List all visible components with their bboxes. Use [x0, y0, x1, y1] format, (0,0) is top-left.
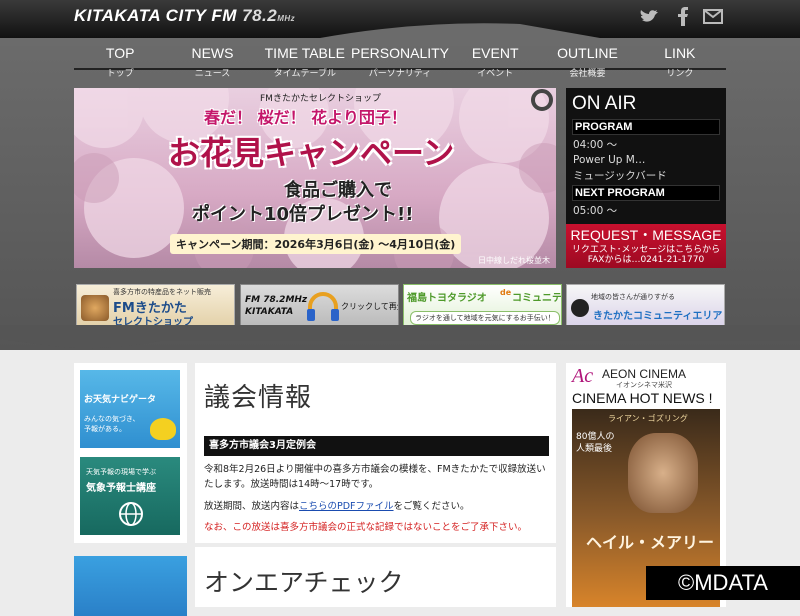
- program-label: PROGRAM: [572, 119, 720, 135]
- header-bottom-curve: [0, 325, 800, 349]
- weather-forecaster-course-banner[interactable]: 天気予報の現場で学ぶ 気象予報士講座: [80, 457, 180, 535]
- nav-item-timetable[interactable]: TIME TABLE タイムテーブル: [259, 44, 351, 79]
- request-message-button[interactable]: REQUEST・MESSAGE リクエスト･メッセージはこちらから FAXからは…: [566, 224, 726, 268]
- council-session-bar: 喜多方市議会3月定例会: [204, 436, 549, 456]
- weather-navigator-sub2: 予報がある。: [84, 425, 126, 433]
- aeon-logo-mark: Ac: [572, 365, 594, 387]
- request-line-1: リクエスト･メッセージはこちらから: [571, 245, 721, 255]
- nav-item-news[interactable]: NEWS ニュース: [166, 44, 258, 79]
- bird-mascot-icon: [150, 418, 176, 440]
- onair-check-section: オンエアチェック: [195, 547, 556, 607]
- left-banner-3[interactable]: [74, 556, 187, 616]
- banner-period: キャンペーン期間：2026年3月6日(金) ～4月10日(金): [170, 234, 462, 254]
- community-title: きたかたコミュニティエリア: [593, 311, 723, 322]
- nav-item-outline[interactable]: OUTLINE 会社概要: [541, 44, 633, 79]
- program-time: 04:00 ～: [573, 139, 618, 151]
- banner-top-label: FMきたかたセレクトショップ: [260, 94, 381, 104]
- poster-face-image: [628, 433, 698, 513]
- nav-item-event[interactable]: EVENT イベント: [449, 44, 541, 79]
- onair-check-title: オンエアチェック: [204, 568, 404, 597]
- poster-side-text: 80億人の人類最後: [576, 432, 615, 454]
- poster-actor: ライアン・ゴズリング: [608, 414, 688, 423]
- banner-headline-1: 春だ！ 桜だ！ 花より団子！: [204, 108, 407, 127]
- next-program-time: 05:00 ～: [573, 205, 618, 217]
- click-to-play-label: クリックして再生: [341, 302, 399, 311]
- food-image-icon: [81, 295, 109, 321]
- council-notice: なお、この放送は喜多方市議会の正式な記録ではないことをご了承下さい。: [204, 522, 528, 533]
- next-program-label: NEXT PROGRAM: [572, 185, 720, 201]
- request-fax: FAXからは…0241-21-1770: [587, 255, 705, 265]
- nav-item-top[interactable]: TOP トップ: [74, 44, 166, 79]
- cat-mascot-icon: [571, 299, 589, 317]
- aeon-brand-sub: イオンシネマ米沢: [616, 381, 672, 389]
- aeon-brand: AEON CINEMA: [602, 367, 687, 381]
- left-banner-column: お天気ナビゲータ みんなの気づき、 予報がある。 天気予報の現場で学ぶ 気象予報…: [74, 363, 187, 543]
- toyota-radio-banner[interactable]: 福島トヨタラジオ de コミュニティ ラジオを通して地域を元気にするお手伝い！: [403, 284, 562, 330]
- select-shop-banner[interactable]: 喜多方市の特産品をネット販売 FMきたかた セレクトショップ: [76, 284, 235, 330]
- weather-navigator-sub1: みんなの気づき、: [84, 415, 140, 423]
- fm-logo-city: KITAKATA: [245, 307, 294, 317]
- weather-navigator-title: お天気ナビゲータ: [84, 395, 157, 405]
- globe-icon: [119, 502, 143, 526]
- nav-item-link[interactable]: LINK リンク: [634, 44, 726, 79]
- program-subname: ミュージックバード: [573, 170, 667, 182]
- poster-title: ヘイル・メアリー: [586, 533, 715, 552]
- banner-credit: 日中線しだれ桜並木: [478, 256, 550, 265]
- fm-logo: FM 78.2MHz: [245, 295, 308, 305]
- cinema-hot-news-title: CINEMA HOT NEWS !: [572, 390, 713, 406]
- nav-item-personality[interactable]: PERSONALITY パーソナリティ: [351, 44, 449, 79]
- toyota-radio-community: コミュニティ: [512, 293, 562, 304]
- banner-sub-1: 食品ご購入で: [284, 180, 392, 201]
- banner-sub-2: ポイント10倍プレゼント!!: [192, 204, 414, 225]
- headphones-icon: [307, 292, 339, 321]
- council-paragraph-2-before: 放送期間、放送内容は: [204, 501, 300, 512]
- course-title: 気象予報士講座: [86, 483, 156, 494]
- council-info-title: 議会情報: [204, 383, 313, 413]
- toyota-radio-sub: ラジオを通して地域を元気にするお手伝い！: [410, 311, 560, 325]
- council-paragraph-1: 令和8年2月26日より開催中の喜多方市議会の模様を、FMきたかたで収録放送いたし…: [204, 464, 546, 490]
- copyright-watermark: ©MDATA: [646, 566, 800, 600]
- header-curve: [0, 23, 800, 46]
- toyota-radio-title: 福島トヨタラジオ: [407, 293, 487, 304]
- listen-live-banner[interactable]: FM 78.2MHz KITAKATA クリックして再生: [240, 284, 399, 330]
- left-banner-column-2: [74, 556, 187, 616]
- campaign-banner[interactable]: FMきたかたセレクトショップ 春だ！ 桜だ！ 花より団子！ お花見キャンペーン …: [74, 88, 556, 268]
- community-area-banner[interactable]: 地域の皆さんが通りすがる きたかたコミュニティエリア: [566, 284, 725, 330]
- program-name: Power Up M…: [573, 154, 646, 166]
- select-shop-small: 喜多方市の特産品をネット販売: [113, 288, 211, 296]
- council-paragraph-2: 放送期間、放送内容はこちらのPDFファイルをご覧ください。: [204, 499, 552, 514]
- request-title: REQUEST・MESSAGE: [570, 227, 722, 243]
- council-paragraph-2-after: をご覧ください。: [393, 501, 470, 512]
- on-air-title: ON AIR: [572, 93, 637, 114]
- weather-navigator-banner[interactable]: お天気ナビゲータ みんなの気づき、 予報がある。: [80, 370, 180, 448]
- banner-headline-2: お花見キャンペーン: [168, 134, 455, 172]
- aeon-cinema-logo: Ac AEON CINEMA イオンシネマ米沢: [572, 365, 722, 389]
- main-nav: TOP トップ NEWS ニュース TIME TABLE タイムテーブル PERSON…: [74, 44, 726, 79]
- toyota-radio-de: de: [500, 288, 512, 297]
- course-small: 天気予報の現場で学ぶ: [86, 468, 156, 476]
- community-small: 地域の皆さんが通りすがる: [591, 293, 675, 301]
- on-air-panel: ON AIR PROGRAM 04:00 ～ Power Up M… ミュージッ…: [566, 88, 726, 224]
- pdf-file-link[interactable]: こちらのPDFファイル: [299, 501, 394, 512]
- council-info-section: 議会情報 喜多方市議会3月定例会 令和8年2月26日より開催中の喜多方市議会の模…: [195, 363, 556, 543]
